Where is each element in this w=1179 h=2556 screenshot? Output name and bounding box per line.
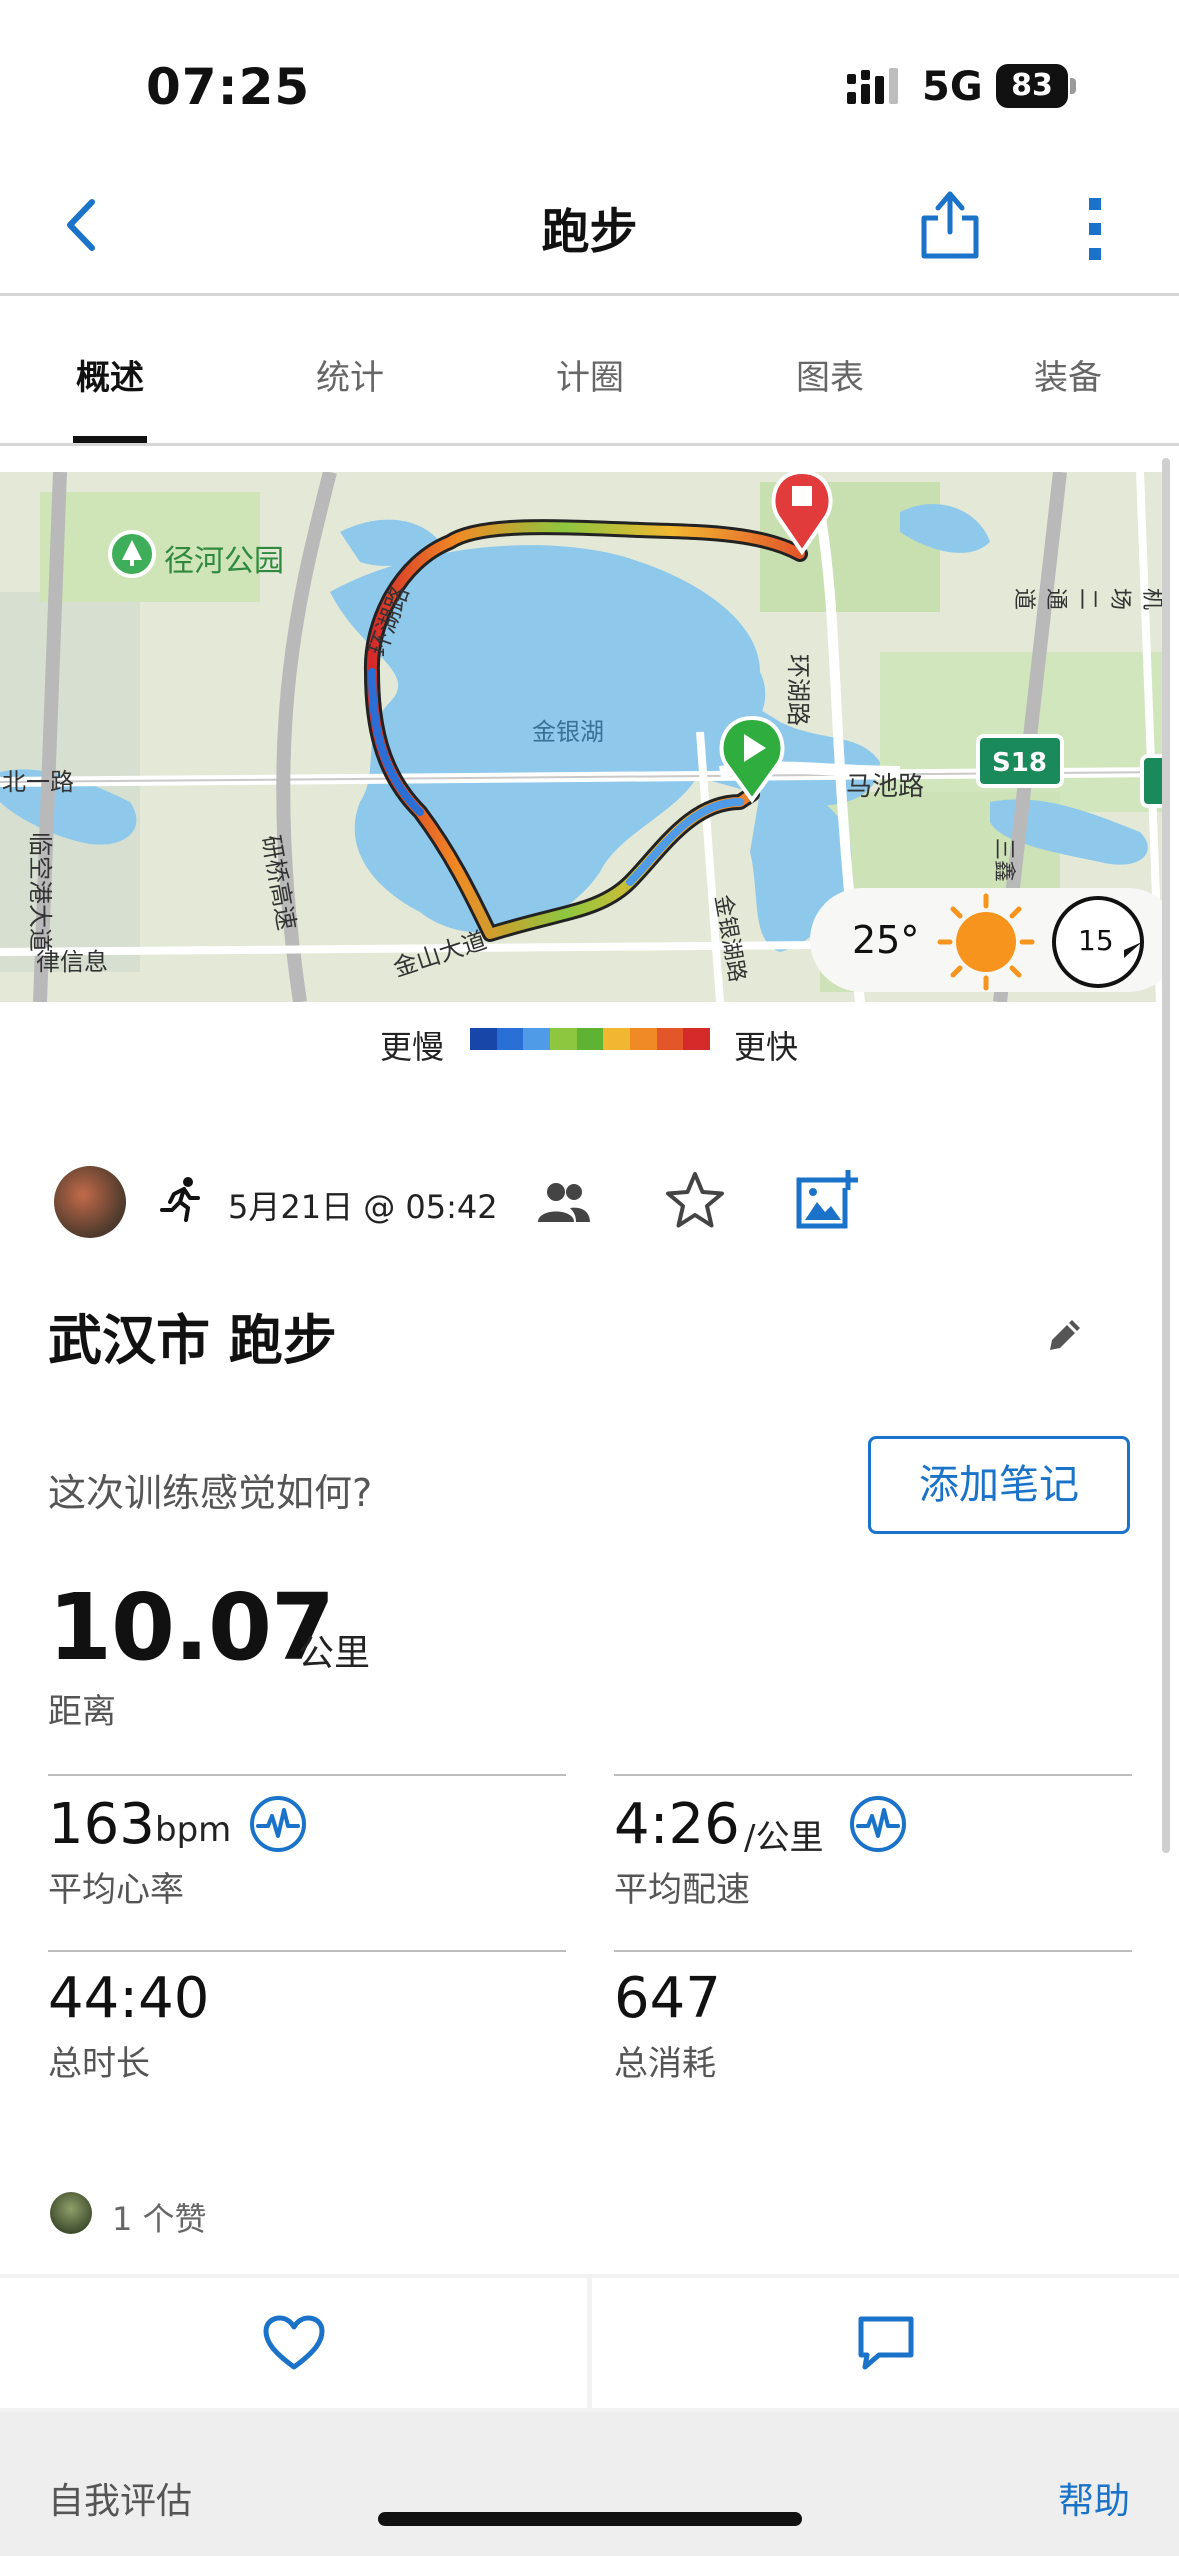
pace-legend: 更慢 更快 <box>0 1014 1179 1066</box>
divider <box>48 1950 566 1952</box>
tab-laps[interactable]: 计圈 <box>510 350 670 399</box>
friends-icon[interactable] <box>536 1180 592 1224</box>
self-evaluation-label: 自我评估 <box>48 2481 193 2522</box>
legend-fast-label: 更快 <box>734 1028 799 1066</box>
total-calories-value: 647 <box>614 1966 721 2031</box>
active-tab-indicator <box>73 436 147 443</box>
battery-level: 83 <box>996 64 1068 108</box>
heart-rate-icon[interactable] <box>248 1794 308 1854</box>
total-time-value: 44:40 <box>48 1966 210 2031</box>
add-photo-icon[interactable] <box>795 1168 859 1232</box>
map-label-road-sanhu: 三鑫 <box>991 838 1016 883</box>
comment-icon <box>858 2316 913 2370</box>
liker-avatar[interactable] <box>50 2192 92 2234</box>
tab-bar: 概述 统计 计圈 图表 装备 <box>0 296 1179 446</box>
map-label-road-xinxi: 律信息 <box>36 948 108 976</box>
legend-slow-label: 更慢 <box>380 1028 445 1066</box>
status-time: 07:25 <box>146 58 311 116</box>
avatar[interactable] <box>54 1166 126 1238</box>
network-type: 5G <box>922 64 983 110</box>
avg-heart-rate-value: 163 <box>48 1792 155 1857</box>
comment-button[interactable] <box>592 2278 1179 2408</box>
nav-bar: 跑步 <box>0 160 1179 296</box>
action-bar <box>0 2274 1179 2412</box>
signal-icon <box>847 68 898 104</box>
more-vertical-icon[interactable] <box>1080 196 1110 262</box>
map-label-road-linkong: 临空港大道 <box>26 832 54 952</box>
activity-title: 武汉市 跑步 <box>48 1309 337 1372</box>
edit-pencil-icon[interactable] <box>1044 1314 1086 1356</box>
like-heart-icon <box>263 2315 324 2370</box>
likes-count[interactable]: 1 个赞 <box>112 2194 207 2240</box>
activity-meta-row: 5月21日 @ 05:42 <box>0 1160 1179 1250</box>
map-label-lake: 金银湖 <box>532 718 604 746</box>
map-label-park: 径河公园 <box>164 544 284 579</box>
total-time-label: 总时长 <box>48 2044 150 2084</box>
running-icon <box>160 1177 200 1222</box>
status-bar: 07:25 5G 83 <box>0 0 1179 160</box>
divider <box>614 1950 1132 1952</box>
total-calories-label: 总消耗 <box>614 2044 716 2084</box>
weather-wind: 15 <box>1078 924 1114 957</box>
share-icon[interactable] <box>918 186 982 262</box>
avg-heart-rate-unit: bpm <box>155 1810 232 1850</box>
like-button[interactable] <box>0 2278 587 2408</box>
tab-stats[interactable]: 统计 <box>270 350 430 399</box>
page-title: 跑步 <box>541 204 638 260</box>
self-evaluation-section: 自我评估 帮助 <box>0 2412 1179 2556</box>
star-icon[interactable] <box>664 1170 726 1232</box>
divider <box>614 1774 1132 1776</box>
home-indicator[interactable] <box>378 2512 802 2526</box>
weather-temperature: 25° <box>852 918 920 962</box>
distance-label: 距离 <box>48 1692 116 1732</box>
tab-gear[interactable]: 装备 <box>988 350 1148 399</box>
battery-icon: 83 <box>996 64 1076 108</box>
avg-pace-value: 4:26 <box>614 1792 740 1857</box>
add-note-button[interactable]: 添加笔记 <box>868 1436 1130 1534</box>
legend-color-bar <box>470 1028 711 1050</box>
help-link[interactable]: 帮助 <box>1058 2472 1130 2524</box>
activity-date: 5月21日 @ 05:42 <box>228 1188 498 1226</box>
distance-value: 10.07 <box>48 1574 335 1681</box>
pace-icon[interactable] <box>848 1794 908 1854</box>
highway-badge-label: S18 <box>992 748 1047 778</box>
tab-charts[interactable]: 图表 <box>750 350 910 399</box>
avg-pace-label: 平均配速 <box>614 1870 750 1910</box>
map-label-road-jichang: 机场二通道 <box>1011 588 1164 611</box>
tab-overview[interactable]: 概述 <box>30 350 190 399</box>
avg-pace-unit: /公里 <box>744 1818 824 1858</box>
map-label-road-left: 北一路 <box>2 768 74 796</box>
park-icon <box>108 530 156 578</box>
feel-question: 这次训练感觉如何? <box>48 1471 373 1515</box>
divider <box>48 1774 566 1776</box>
map-label-road-machi: 马池路 <box>846 772 925 802</box>
map-label-road-huanhu-right: 环湖路 <box>784 654 812 726</box>
route-map[interactable]: 径河公园 金银湖 环湖路 环湖路 马池路 金山大道 金银湖路 北一路 临空港大道… <box>0 472 1168 1002</box>
scrollbar[interactable] <box>1162 458 1170 1853</box>
avg-heart-rate-label: 平均心率 <box>48 1870 184 1910</box>
distance-unit: 公里 <box>298 1633 371 1674</box>
